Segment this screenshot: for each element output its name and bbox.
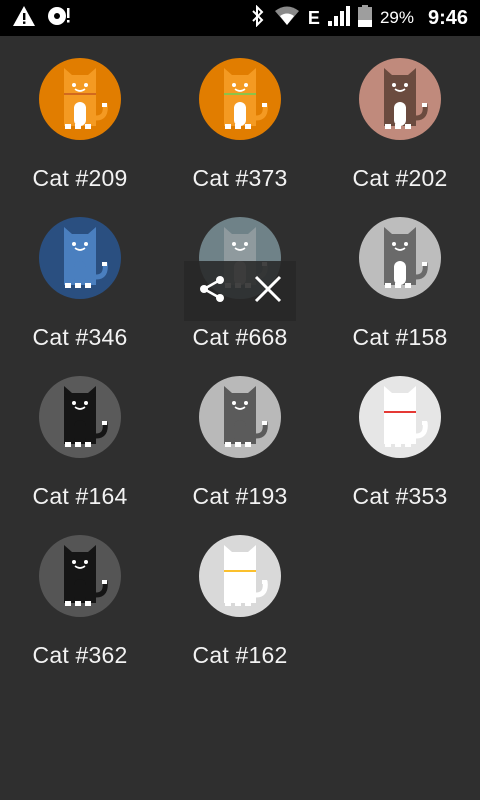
cat-label: Cat #164 — [32, 483, 128, 509]
close-button[interactable] — [248, 271, 288, 311]
cat-action-bar — [184, 261, 296, 321]
cat-avatar-icon[interactable] — [359, 376, 441, 458]
sd-card-alert-icon — [46, 5, 72, 32]
cat-cell[interactable]: Cat #164 — [0, 354, 160, 513]
cat-avatar-icon[interactable] — [359, 217, 441, 299]
cat-label: Cat #202 — [352, 165, 448, 191]
cat-cell[interactable]: Cat #158 — [320, 195, 480, 354]
cat-cell[interactable]: Cat #193 — [160, 354, 320, 513]
signal-icon — [327, 5, 350, 31]
cat-label: Cat #373 — [192, 165, 288, 191]
cat-cell[interactable]: Cat #209 — [0, 36, 160, 195]
cat-avatar-icon[interactable] — [39, 535, 121, 617]
cat-label: Cat #162 — [192, 642, 288, 668]
share-button[interactable] — [192, 271, 232, 311]
cat-avatar-icon[interactable] — [199, 58, 281, 140]
cat-label: Cat #353 — [352, 483, 448, 509]
cat-cell[interactable]: Cat #373 — [160, 36, 320, 195]
cat-avatar-icon[interactable] — [39, 376, 121, 458]
wifi-icon — [274, 6, 300, 31]
close-icon — [252, 273, 284, 310]
cat-cell[interactable]: Cat #346 — [0, 195, 160, 354]
cat-avatar-icon[interactable] — [39, 58, 121, 140]
cat-label: Cat #158 — [352, 324, 448, 350]
warning-icon — [12, 5, 36, 32]
clock: 9:46 — [427, 6, 468, 29]
share-icon — [196, 273, 228, 310]
battery-percent: 29% — [379, 8, 414, 27]
network-type: E — [307, 7, 320, 28]
cat-cell[interactable]: Cat #202 — [320, 36, 480, 195]
cat-avatar-icon[interactable] — [39, 217, 121, 299]
cat-label: Cat #193 — [192, 483, 288, 509]
battery-icon — [357, 4, 372, 32]
cat-label: Cat #346 — [32, 324, 128, 350]
cat-avatar-icon[interactable] — [199, 376, 281, 458]
cat-cell[interactable]: Cat #362 — [0, 513, 160, 672]
cat-cell[interactable]: Cat #162 — [160, 513, 320, 672]
status-bar: E 29% 9:46 — [0, 0, 480, 36]
cat-avatar-icon[interactable] — [199, 535, 281, 617]
cat-label: Cat #362 — [32, 642, 128, 668]
cat-label: Cat #668 — [192, 324, 288, 350]
cat-avatar-icon[interactable] — [359, 58, 441, 140]
cat-label: Cat #209 — [32, 165, 128, 191]
bluetooth-icon — [250, 4, 266, 32]
cat-cell[interactable]: Cat #353 — [320, 354, 480, 513]
